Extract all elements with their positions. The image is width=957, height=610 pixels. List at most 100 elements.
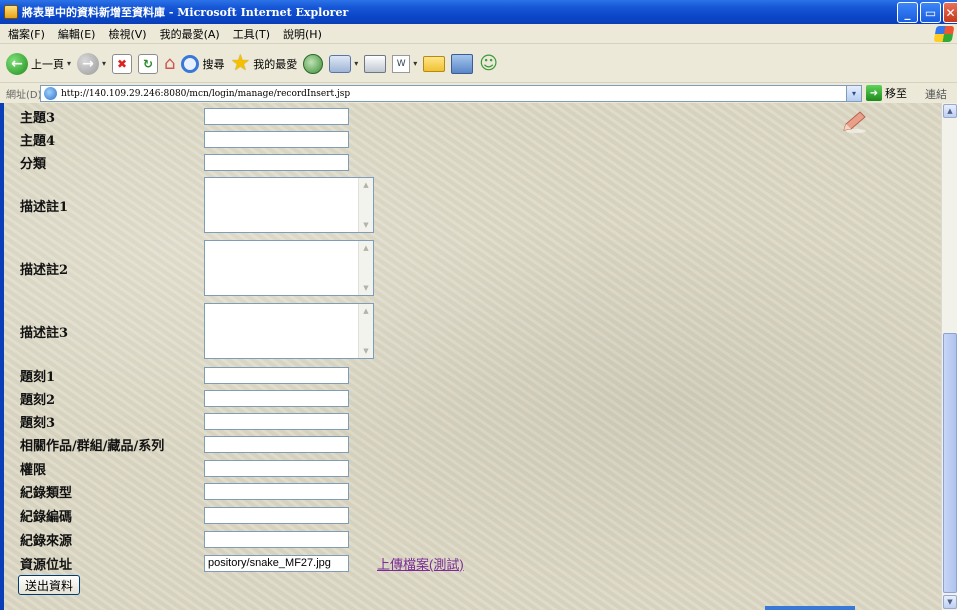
field-label: 描述註3 <box>20 325 69 341</box>
messenger-button[interactable]: ☺ <box>479 49 498 79</box>
go-button[interactable]: ➜ 移至 <box>866 85 907 101</box>
refresh-icon: ↻ <box>138 53 159 74</box>
rights-input[interactable] <box>204 460 349 477</box>
field-label: 描述註2 <box>20 262 69 278</box>
field-label: 紀錄類型 <box>20 486 73 501</box>
print-button[interactable] <box>364 49 387 79</box>
menu-favorites[interactable]: 我的最愛(A) <box>160 26 220 42</box>
edit-button[interactable]: W ▾ <box>392 49 417 79</box>
record-type-input[interactable] <box>204 483 349 500</box>
field-label: 權限 <box>20 463 47 478</box>
messenger-icon: ☺ <box>479 53 498 74</box>
scroll-up-icon[interactable]: ▲ <box>360 305 372 317</box>
maximize-button[interactable]: ▭ <box>920 2 941 23</box>
chevron-down-icon[interactable]: ▾ <box>354 59 358 68</box>
taskbar-peek <box>765 606 855 610</box>
ie-globe-icon <box>44 87 57 100</box>
folder-icon <box>423 55 446 72</box>
category-input[interactable] <box>204 154 349 171</box>
back-button[interactable]: ← 上一頁 ▾ <box>6 49 71 79</box>
field-row-related-works: 相關作品/群組/藏品/系列 <box>20 435 349 454</box>
field-row-category: 分類 <box>20 153 349 172</box>
scroll-up-icon[interactable]: ▲ <box>943 104 957 118</box>
field-label: 描述註1 <box>20 199 69 215</box>
window-title: 將表單中的資料新增至資料庫 - Microsoft Internet Explo… <box>22 6 349 19</box>
field-row-record-source: 紀錄來源 <box>20 530 349 549</box>
minimize-button[interactable]: _ <box>897 2 918 23</box>
search-icon <box>181 54 200 73</box>
menu-help[interactable]: 說明(H) <box>283 26 322 42</box>
address-bar: 網址(D) http://140.109.29.246:8080/mcn/log… <box>0 84 957 102</box>
forward-button[interactable]: → ▾ <box>77 49 106 79</box>
menu-tools[interactable]: 工具(T) <box>233 26 270 42</box>
chevron-down-icon[interactable]: ▾ <box>413 59 417 68</box>
links-button[interactable]: 連結 <box>925 86 947 102</box>
window-titlebar[interactable]: 將表單中的資料新增至資料庫 - Microsoft Internet Explo… <box>0 0 957 24</box>
inscription3-input[interactable] <box>204 413 349 430</box>
inscription1-input[interactable] <box>204 367 349 384</box>
back-label: 上一頁 <box>31 57 64 71</box>
favorites-button[interactable]: ★ 我的最愛 <box>230 49 297 79</box>
page-scrollbar[interactable]: ▲ ▼ <box>941 103 957 610</box>
scroll-up-icon[interactable]: ▲ <box>360 179 372 191</box>
chevron-down-icon[interactable]: ▾ <box>67 59 71 68</box>
folder-button[interactable] <box>423 49 446 79</box>
back-arrow-icon: ← <box>6 52 28 75</box>
textarea-scrollbar[interactable]: ▲ ▼ <box>358 241 373 295</box>
field-label: 題刻3 <box>20 416 56 431</box>
scroll-down-icon[interactable]: ▼ <box>360 219 372 231</box>
scroll-up-icon[interactable]: ▲ <box>360 242 372 254</box>
description2-textarea[interactable]: ▲ ▼ <box>204 240 374 296</box>
description3-textarea[interactable]: ▲ ▼ <box>204 303 374 359</box>
subject3-input[interactable] <box>204 108 349 125</box>
field-label: 紀錄編碼 <box>20 510 73 525</box>
upload-file-link[interactable]: 上傳檔案(測試) <box>377 554 464 573</box>
stop-button[interactable]: ✖ <box>112 49 133 79</box>
subject4-input[interactable] <box>204 131 349 148</box>
menu-bar: 檔案(F) 編輯(E) 檢視(V) 我的最愛(A) 工具(T) 說明(H) <box>0 24 957 44</box>
menu-edit[interactable]: 編輯(E) <box>58 26 96 42</box>
field-row-inscription3: 題刻3 <box>20 412 349 431</box>
record-source-input[interactable] <box>204 531 349 548</box>
chevron-down-icon[interactable]: ▾ <box>846 86 861 101</box>
field-row-subject4: 主題4 <box>20 130 349 149</box>
field-label: 題刻2 <box>20 393 56 408</box>
menu-file[interactable]: 檔案(F) <box>8 26 45 42</box>
close-button[interactable]: ✕ <box>943 2 957 23</box>
windows-logo-icon <box>933 26 955 42</box>
history-button[interactable] <box>303 49 324 79</box>
chevron-down-icon[interactable]: ▾ <box>102 59 106 68</box>
menu-view[interactable]: 檢視(V) <box>108 26 146 42</box>
address-label: 網址(D) <box>6 89 42 101</box>
scrollbar-thumb[interactable] <box>943 333 957 593</box>
research-button[interactable] <box>451 49 474 79</box>
field-label: 主題4 <box>20 134 56 149</box>
go-arrow-icon: ➜ <box>866 85 882 101</box>
mail-button[interactable]: ▾ <box>329 49 358 79</box>
refresh-button[interactable]: ↻ <box>138 49 159 79</box>
textarea-scrollbar[interactable]: ▲ ▼ <box>358 178 373 232</box>
scroll-down-icon[interactable]: ▼ <box>360 345 372 357</box>
description1-textarea[interactable]: ▲ ▼ <box>204 177 374 233</box>
inscription2-input[interactable] <box>204 390 349 407</box>
resource-url-input[interactable]: pository/snake_MF27.jpg <box>204 555 349 572</box>
textarea-scrollbar[interactable]: ▲ ▼ <box>358 304 373 358</box>
home-icon: ⌂ <box>164 53 176 74</box>
ie-page-icon <box>4 5 18 19</box>
search-label: 搜尋 <box>202 57 225 71</box>
submit-button[interactable]: 送出資料 <box>18 575 80 595</box>
pencil-icon <box>843 111 866 133</box>
address-input[interactable]: http://140.109.29.246:8080/mcn/login/man… <box>40 85 862 102</box>
record-id-input[interactable] <box>204 507 349 524</box>
search-button[interactable]: 搜尋 <box>181 49 224 79</box>
scroll-down-icon[interactable]: ▼ <box>360 282 372 294</box>
related-works-input[interactable] <box>204 436 349 453</box>
window-controls: _ ▭ ✕ <box>897 2 957 23</box>
mail-icon <box>329 54 352 73</box>
scroll-down-icon[interactable]: ▼ <box>943 595 957 609</box>
home-button[interactable]: ⌂ <box>164 49 175 79</box>
field-label: 紀錄來源 <box>20 534 73 549</box>
research-icon <box>451 53 474 74</box>
printer-icon <box>364 54 387 73</box>
field-row-record-id: 紀錄編碼 <box>20 506 349 525</box>
